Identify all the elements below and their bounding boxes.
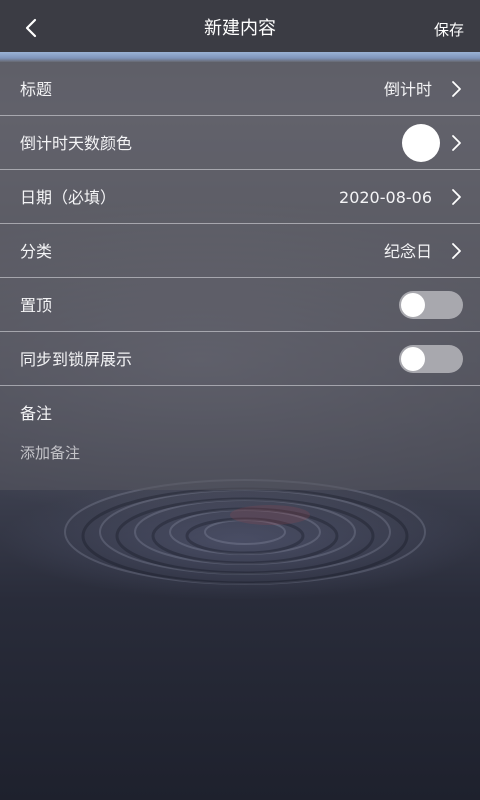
toggle-knob: [401, 293, 425, 317]
color-swatch[interactable]: [402, 124, 440, 162]
countdown-color-row[interactable]: 倒计时天数颜色: [0, 116, 480, 170]
lockscreen-sync-row: 同步到锁屏展示: [0, 332, 480, 386]
pin-top-toggle[interactable]: [399, 291, 463, 319]
row-label: 置顶: [20, 296, 53, 315]
note-input[interactable]: [18, 438, 462, 468]
row-label: 同步到锁屏展示: [20, 350, 133, 369]
chevron-right-icon: [452, 81, 461, 97]
row-label: 倒计时天数颜色: [20, 134, 133, 153]
chevron-right-icon: [452, 189, 461, 205]
title-row[interactable]: 标题 倒计时: [0, 62, 480, 116]
chevron-left-icon[interactable]: [18, 14, 46, 42]
row-label: 分类: [20, 242, 53, 261]
header-accent-line: [0, 52, 480, 62]
chevron-right-icon: [452, 135, 461, 151]
row-label: 标题: [20, 80, 53, 99]
row-value: 倒计时: [383, 80, 432, 99]
pin-top-row: 置顶: [0, 278, 480, 332]
settings-form: 标题 倒计时 倒计时天数颜色 日期（必填） 2020-08-06 分类 纪念日 …: [0, 62, 480, 490]
date-row[interactable]: 日期（必填） 2020-08-06: [0, 170, 480, 224]
save-button[interactable]: 保存: [434, 0, 464, 58]
category-row[interactable]: 分类 纪念日: [0, 224, 480, 278]
page-title: 新建内容: [204, 18, 276, 39]
chevron-right-icon: [452, 243, 461, 259]
row-value: 纪念日: [383, 242, 432, 261]
app-header: 新建内容 保存: [0, 0, 480, 56]
toggle-knob: [401, 347, 425, 371]
note-label: 备注: [20, 404, 53, 423]
lockscreen-sync-toggle[interactable]: [399, 345, 463, 373]
row-value: 2020-08-06: [339, 188, 432, 207]
row-label: 日期（必填）: [20, 188, 117, 207]
